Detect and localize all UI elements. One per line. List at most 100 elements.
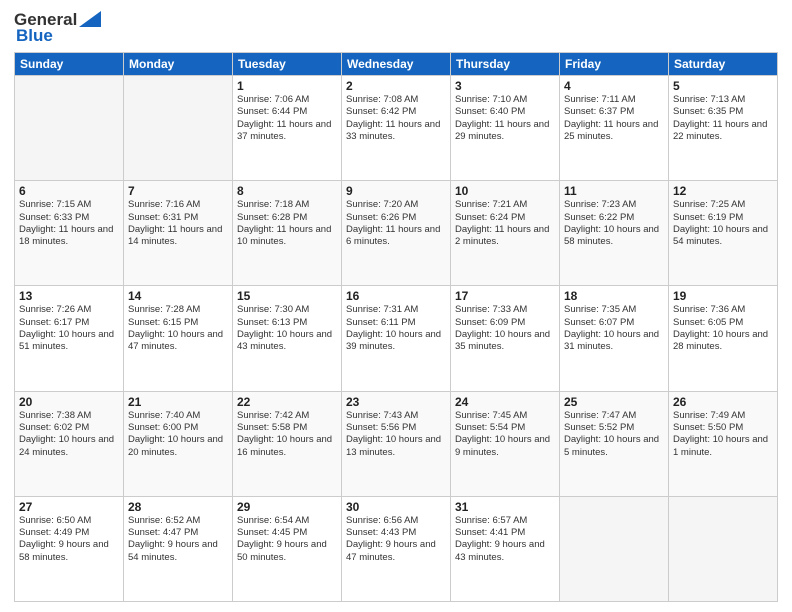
logo: General Blue (14, 10, 101, 46)
day-info: Sunrise: 6:56 AMSunset: 4:43 PMDaylight:… (346, 515, 436, 563)
day-info: Sunrise: 7:43 AMSunset: 5:56 PMDaylight:… (346, 410, 441, 458)
day-number: 26 (673, 395, 773, 409)
day-info: Sunrise: 7:31 AMSunset: 6:11 PMDaylight:… (346, 304, 441, 352)
table-row: 8Sunrise: 7:18 AMSunset: 6:28 PMDaylight… (233, 181, 342, 286)
logo-icon (79, 11, 101, 27)
table-row: 6Sunrise: 7:15 AMSunset: 6:33 PMDaylight… (15, 181, 124, 286)
day-number: 3 (455, 79, 555, 93)
table-row: 14Sunrise: 7:28 AMSunset: 6:15 PMDayligh… (124, 286, 233, 391)
day-info: Sunrise: 7:42 AMSunset: 5:58 PMDaylight:… (237, 410, 332, 458)
day-info: Sunrise: 7:13 AMSunset: 6:35 PMDaylight:… (673, 94, 767, 142)
day-info: Sunrise: 7:26 AMSunset: 6:17 PMDaylight:… (19, 304, 114, 352)
table-row: 4Sunrise: 7:11 AMSunset: 6:37 PMDaylight… (560, 76, 669, 181)
table-row: 13Sunrise: 7:26 AMSunset: 6:17 PMDayligh… (15, 286, 124, 391)
table-row: 24Sunrise: 7:45 AMSunset: 5:54 PMDayligh… (451, 391, 560, 496)
day-number: 7 (128, 184, 228, 198)
table-row: 10Sunrise: 7:21 AMSunset: 6:24 PMDayligh… (451, 181, 560, 286)
calendar-week-row: 27Sunrise: 6:50 AMSunset: 4:49 PMDayligh… (15, 496, 778, 601)
table-row: 11Sunrise: 7:23 AMSunset: 6:22 PMDayligh… (560, 181, 669, 286)
day-info: Sunrise: 7:20 AMSunset: 6:26 PMDaylight:… (346, 199, 440, 247)
calendar-header-row: Sunday Monday Tuesday Wednesday Thursday… (15, 53, 778, 76)
table-row: 20Sunrise: 7:38 AMSunset: 6:02 PMDayligh… (15, 391, 124, 496)
day-info: Sunrise: 7:28 AMSunset: 6:15 PMDaylight:… (128, 304, 223, 352)
table-row (560, 496, 669, 601)
logo-blue-text: Blue (14, 26, 53, 46)
day-number: 15 (237, 289, 337, 303)
day-number: 28 (128, 500, 228, 514)
table-row: 1Sunrise: 7:06 AMSunset: 6:44 PMDaylight… (233, 76, 342, 181)
day-info: Sunrise: 7:49 AMSunset: 5:50 PMDaylight:… (673, 410, 768, 458)
table-row: 12Sunrise: 7:25 AMSunset: 6:19 PMDayligh… (669, 181, 778, 286)
table-row: 17Sunrise: 7:33 AMSunset: 6:09 PMDayligh… (451, 286, 560, 391)
day-info: Sunrise: 7:11 AMSunset: 6:37 PMDaylight:… (564, 94, 658, 142)
table-row (15, 76, 124, 181)
day-number: 9 (346, 184, 446, 198)
table-row: 19Sunrise: 7:36 AMSunset: 6:05 PMDayligh… (669, 286, 778, 391)
table-row: 27Sunrise: 6:50 AMSunset: 4:49 PMDayligh… (15, 496, 124, 601)
col-monday: Monday (124, 53, 233, 76)
day-number: 13 (19, 289, 119, 303)
col-sunday: Sunday (15, 53, 124, 76)
table-row: 7Sunrise: 7:16 AMSunset: 6:31 PMDaylight… (124, 181, 233, 286)
day-info: Sunrise: 6:57 AMSunset: 4:41 PMDaylight:… (455, 515, 545, 563)
table-row: 28Sunrise: 6:52 AMSunset: 4:47 PMDayligh… (124, 496, 233, 601)
day-number: 11 (564, 184, 664, 198)
table-row: 25Sunrise: 7:47 AMSunset: 5:52 PMDayligh… (560, 391, 669, 496)
table-row: 16Sunrise: 7:31 AMSunset: 6:11 PMDayligh… (342, 286, 451, 391)
day-info: Sunrise: 6:50 AMSunset: 4:49 PMDaylight:… (19, 515, 109, 563)
day-number: 17 (455, 289, 555, 303)
table-row: 22Sunrise: 7:42 AMSunset: 5:58 PMDayligh… (233, 391, 342, 496)
day-number: 12 (673, 184, 773, 198)
day-info: Sunrise: 7:47 AMSunset: 5:52 PMDaylight:… (564, 410, 659, 458)
day-info: Sunrise: 7:33 AMSunset: 6:09 PMDaylight:… (455, 304, 550, 352)
day-info: Sunrise: 6:54 AMSunset: 4:45 PMDaylight:… (237, 515, 327, 563)
day-number: 21 (128, 395, 228, 409)
table-row (669, 496, 778, 601)
day-info: Sunrise: 7:10 AMSunset: 6:40 PMDaylight:… (455, 94, 549, 142)
day-number: 1 (237, 79, 337, 93)
table-row: 23Sunrise: 7:43 AMSunset: 5:56 PMDayligh… (342, 391, 451, 496)
table-row: 3Sunrise: 7:10 AMSunset: 6:40 PMDaylight… (451, 76, 560, 181)
table-row: 31Sunrise: 6:57 AMSunset: 4:41 PMDayligh… (451, 496, 560, 601)
col-tuesday: Tuesday (233, 53, 342, 76)
calendar-week-row: 20Sunrise: 7:38 AMSunset: 6:02 PMDayligh… (15, 391, 778, 496)
table-row (124, 76, 233, 181)
day-number: 29 (237, 500, 337, 514)
day-info: Sunrise: 7:15 AMSunset: 6:33 PMDaylight:… (19, 199, 113, 247)
day-number: 2 (346, 79, 446, 93)
calendar-week-row: 6Sunrise: 7:15 AMSunset: 6:33 PMDaylight… (15, 181, 778, 286)
col-saturday: Saturday (669, 53, 778, 76)
table-row: 9Sunrise: 7:20 AMSunset: 6:26 PMDaylight… (342, 181, 451, 286)
col-friday: Friday (560, 53, 669, 76)
col-wednesday: Wednesday (342, 53, 451, 76)
calendar-week-row: 1Sunrise: 7:06 AMSunset: 6:44 PMDaylight… (15, 76, 778, 181)
day-info: Sunrise: 7:36 AMSunset: 6:05 PMDaylight:… (673, 304, 768, 352)
day-info: Sunrise: 7:25 AMSunset: 6:19 PMDaylight:… (673, 199, 768, 247)
day-number: 27 (19, 500, 119, 514)
day-info: Sunrise: 7:21 AMSunset: 6:24 PMDaylight:… (455, 199, 549, 247)
page: General Blue Sunday Monday Tuesday Wedne… (0, 0, 792, 612)
header: General Blue (14, 10, 778, 46)
table-row: 15Sunrise: 7:30 AMSunset: 6:13 PMDayligh… (233, 286, 342, 391)
table-row: 26Sunrise: 7:49 AMSunset: 5:50 PMDayligh… (669, 391, 778, 496)
table-row: 21Sunrise: 7:40 AMSunset: 6:00 PMDayligh… (124, 391, 233, 496)
calendar-week-row: 13Sunrise: 7:26 AMSunset: 6:17 PMDayligh… (15, 286, 778, 391)
day-number: 6 (19, 184, 119, 198)
col-thursday: Thursday (451, 53, 560, 76)
day-number: 23 (346, 395, 446, 409)
table-row: 2Sunrise: 7:08 AMSunset: 6:42 PMDaylight… (342, 76, 451, 181)
day-number: 25 (564, 395, 664, 409)
day-number: 5 (673, 79, 773, 93)
day-info: Sunrise: 7:16 AMSunset: 6:31 PMDaylight:… (128, 199, 222, 247)
day-info: Sunrise: 7:08 AMSunset: 6:42 PMDaylight:… (346, 94, 440, 142)
day-number: 22 (237, 395, 337, 409)
day-number: 8 (237, 184, 337, 198)
day-number: 19 (673, 289, 773, 303)
day-number: 31 (455, 500, 555, 514)
day-number: 14 (128, 289, 228, 303)
table-row: 5Sunrise: 7:13 AMSunset: 6:35 PMDaylight… (669, 76, 778, 181)
day-number: 4 (564, 79, 664, 93)
day-info: Sunrise: 7:23 AMSunset: 6:22 PMDaylight:… (564, 199, 659, 247)
day-number: 16 (346, 289, 446, 303)
day-number: 30 (346, 500, 446, 514)
